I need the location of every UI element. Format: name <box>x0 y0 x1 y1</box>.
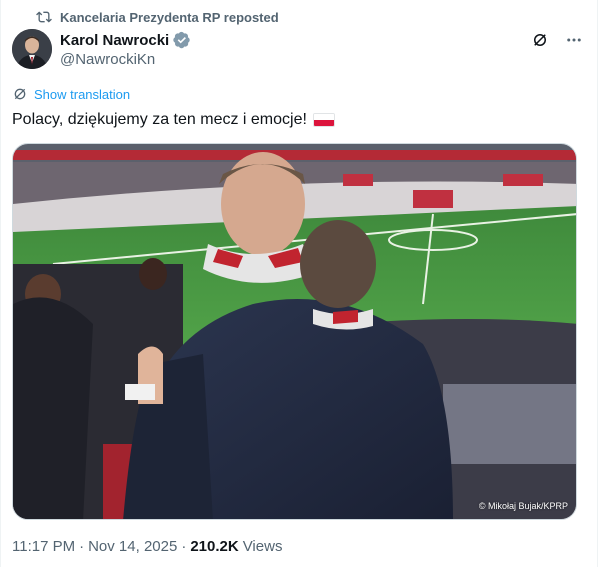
tweet-time[interactable]: 11:17 PM <box>12 538 75 555</box>
author-block: Karol Nawrocki @NawrockiKn <box>60 30 191 68</box>
tweet-text-content: Polacy, dziękujemy za ten mecz i emocje! <box>12 111 307 128</box>
stadium-photo <box>13 144 576 519</box>
globe-icon <box>12 86 28 102</box>
show-translation-link[interactable]: Show translation <box>34 87 130 102</box>
translation-row[interactable]: Show translation <box>12 86 130 102</box>
more-icon[interactable] <box>564 30 584 50</box>
author-handle[interactable]: @NawrockiKn <box>60 51 191 68</box>
author-name[interactable]: Karol Nawrocki <box>60 32 169 49</box>
verified-badge-icon[interactable] <box>173 31 191 49</box>
meta-separator: · <box>79 538 85 555</box>
tweet-date[interactable]: Nov 14, 2025 <box>88 538 177 555</box>
meta-separator: · <box>181 538 187 555</box>
repost-label: Kancelaria Prezydenta RP reposted <box>60 9 279 25</box>
repost-icon <box>36 9 52 25</box>
photo-credit: © Mikołaj Bujak/KPRP <box>478 501 568 511</box>
repost-context[interactable]: Kancelaria Prezydenta RP reposted <box>36 8 279 26</box>
views-label: Views <box>242 538 283 555</box>
views-count[interactable]: 210.2K <box>190 538 238 555</box>
left-border <box>0 0 1 567</box>
tweet-meta: 11:17 PM · Nov 14, 2025 · 210.2K Views <box>12 538 282 555</box>
tweet-photo[interactable]: © Mikołaj Bujak/KPRP <box>12 143 577 520</box>
tweet-actions-top <box>530 30 584 50</box>
grok-icon[interactable] <box>530 30 550 50</box>
tweet-text: Polacy, dziękujemy za ten mecz i emocje! <box>12 110 335 130</box>
poland-flag-icon <box>312 113 335 127</box>
avatar[interactable] <box>12 29 52 69</box>
